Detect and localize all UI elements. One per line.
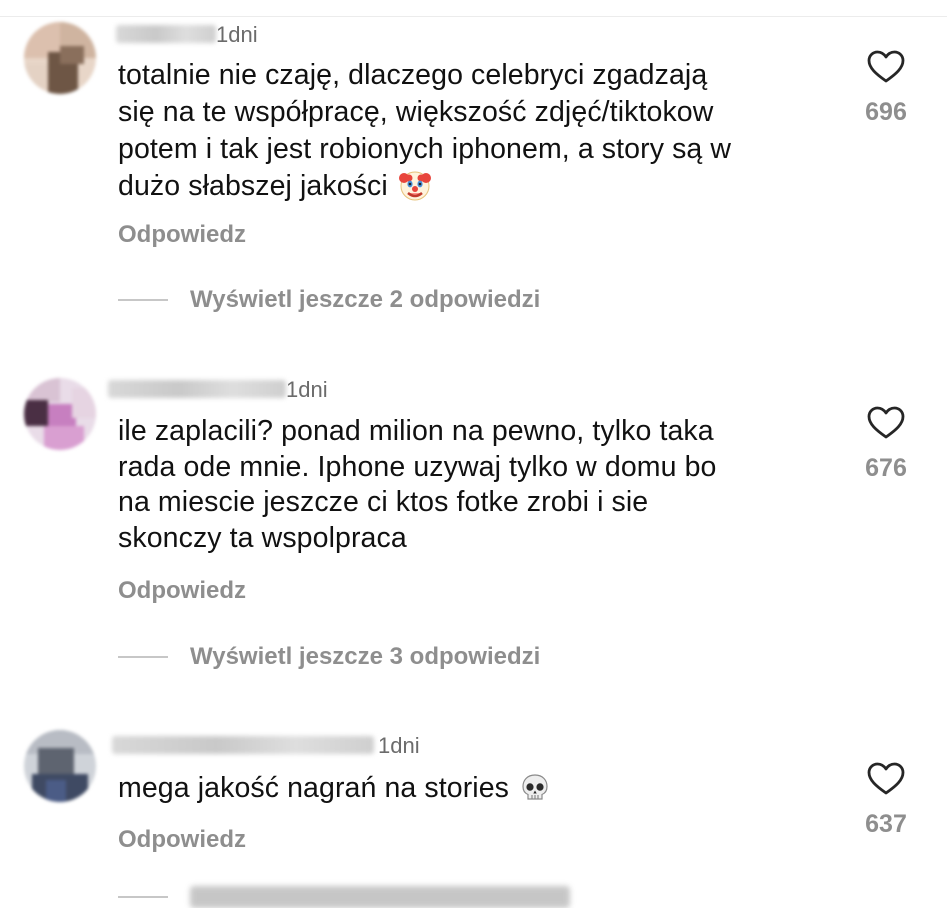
reply-button[interactable]: Odpowiedz (118, 826, 246, 854)
comment-line: totalnie nie czaję, dlaczego celebryci z… (118, 59, 708, 91)
heart-icon[interactable] (867, 50, 905, 84)
comment-timestamp: 1dni (216, 22, 258, 47)
avatar[interactable] (24, 730, 96, 802)
view-replies-button[interactable]: Wyświetl jeszcze 3 odpowiedzi (118, 643, 540, 671)
comment-timestamp: 1dni (286, 377, 328, 402)
avatar[interactable] (24, 22, 96, 94)
comment-line: na miescie jeszcze ci ktos fotke zrobi i… (118, 486, 649, 518)
like-area: 696 (858, 50, 914, 127)
view-replies-cut-off[interactable] (118, 886, 570, 908)
heart-icon[interactable] (867, 406, 905, 440)
like-count: 637 (865, 810, 907, 838)
comment-line-text: dużo słabszej jakości (118, 170, 388, 202)
comment-line: się na te współpracę, większość zdjęć/ti… (118, 96, 714, 128)
username-redacted[interactable] (116, 25, 216, 43)
like-count: 696 (865, 98, 907, 126)
clown-face-icon (398, 168, 432, 212)
heart-icon[interactable] (867, 762, 905, 796)
comment-line: skonczy ta wspolpraca (118, 521, 407, 554)
view-replies-label: Wyświetl jeszcze 3 odpowiedzi (190, 643, 541, 670)
view-replies-button[interactable]: Wyświetl jeszcze 2 odpowiedzi (118, 286, 540, 314)
username-redacted[interactable] (112, 736, 374, 754)
comment-line: potem i tak jest robionych iphonem, a st… (118, 133, 732, 165)
comment-line-text: mega jakość nagrań na stories (118, 772, 510, 804)
view-replies-label: Wyświetl jeszcze 2 odpowiedzi (190, 286, 541, 313)
comment-text: ile zaplacili? ponad milion na pewno, ty… (118, 414, 818, 556)
reply-button[interactable]: Odpowiedz (118, 577, 246, 605)
comment-line: dużo słabszej jakości (118, 168, 818, 212)
comment-timestamp: 1dni (378, 733, 420, 758)
divider-dash (118, 656, 168, 658)
comment-line: mega jakość nagrań na stories (118, 770, 818, 814)
skull-icon (519, 772, 551, 814)
like-count: 676 (865, 454, 907, 482)
divider-dash (118, 299, 168, 301)
comment-text: totalnie nie czaję, dlaczego celebryci z… (118, 57, 818, 212)
username-redacted[interactable] (108, 380, 286, 398)
avatar[interactable] (24, 378, 96, 450)
divider-dash (118, 896, 168, 898)
like-area: 637 (858, 762, 914, 839)
comment-line: rada ode mnie. Iphone uzywaj tylko w dom… (118, 450, 717, 483)
comment-line: ile zaplacili? ponad milion na pewno, ty… (118, 415, 714, 447)
comment-text: mega jakość nagrań na stories (118, 770, 818, 814)
cut-off-label (190, 886, 570, 908)
top-divider (0, 16, 947, 17)
reply-button[interactable]: Odpowiedz (118, 221, 246, 249)
like-area: 676 (858, 406, 914, 483)
